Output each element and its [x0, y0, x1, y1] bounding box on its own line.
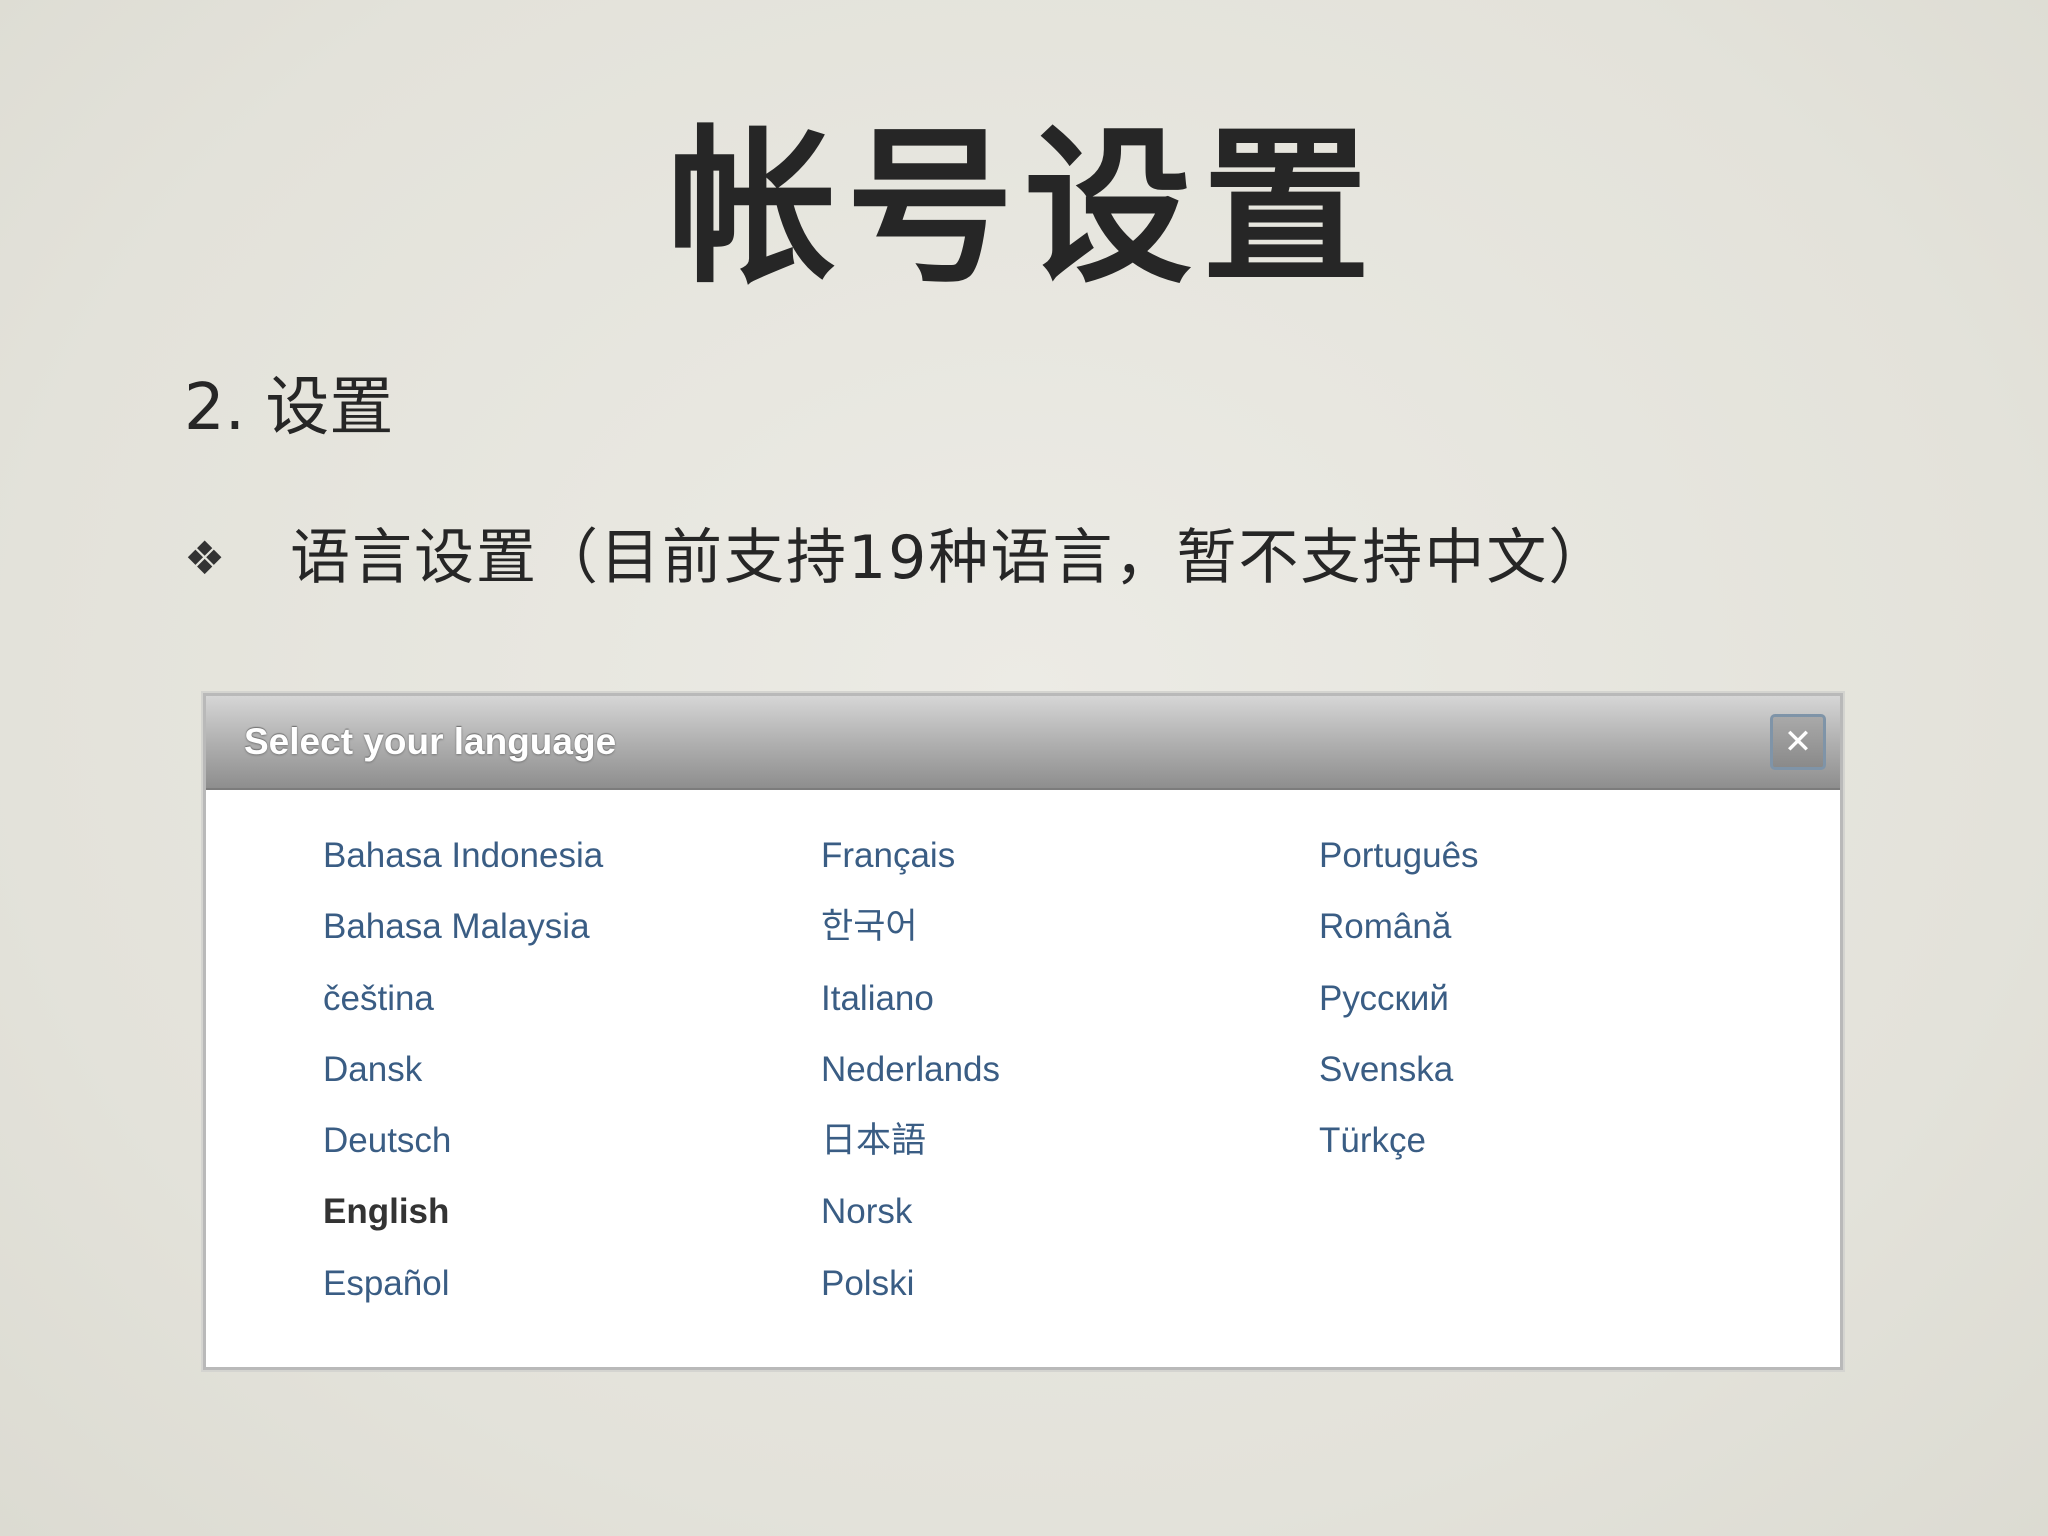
- language-option-korean[interactable]: 한국어: [821, 891, 1000, 962]
- language-column-1: Bahasa Indonesia Bahasa Malaysia čeština…: [323, 820, 603, 1319]
- bullet-text: 语言设置（目前支持19种语言，暂不支持中文）: [290, 523, 1611, 593]
- dialog-title: Select your language: [244, 721, 617, 762]
- bullet-point: ❖ 语言设置（目前支持19种语言，暂不支持中文）: [184, 518, 1610, 598]
- language-option-bahasa-malaysia[interactable]: Bahasa Malaysia: [323, 891, 603, 962]
- language-option-italiano[interactable]: Italiano: [821, 963, 1000, 1034]
- language-option-cestina[interactable]: čeština: [323, 963, 603, 1034]
- language-option-francais[interactable]: Français: [821, 820, 1000, 891]
- language-option-norsk[interactable]: Norsk: [821, 1176, 1000, 1247]
- language-column-3: Português Română Русский Svenska Türkçe: [1319, 820, 1479, 1176]
- language-option-bahasa-indonesia[interactable]: Bahasa Indonesia: [323, 820, 603, 891]
- language-dialog: Select your language ✕ Bahasa Indonesia …: [203, 693, 1843, 1370]
- close-icon: ✕: [1783, 722, 1813, 762]
- dialog-header: Select your language ✕: [206, 696, 1840, 790]
- language-option-svenska[interactable]: Svenska: [1319, 1034, 1479, 1105]
- close-button[interactable]: ✕: [1770, 714, 1826, 770]
- language-option-portugues[interactable]: Português: [1319, 820, 1479, 891]
- language-option-japanese[interactable]: 日本語: [821, 1105, 1000, 1176]
- slide-title: 帐号设置: [668, 110, 1380, 306]
- language-option-russian[interactable]: Русский: [1319, 963, 1479, 1034]
- language-option-deutsch[interactable]: Deutsch: [323, 1105, 603, 1176]
- language-option-romana[interactable]: Română: [1319, 891, 1479, 962]
- language-column-2: Français 한국어 Italiano Nederlands 日本語 Nor…: [821, 820, 1000, 1319]
- language-option-turkce[interactable]: Türkçe: [1319, 1105, 1479, 1176]
- language-option-english-selected: English: [323, 1192, 450, 1232]
- section-heading: 2. 设置: [184, 371, 394, 445]
- language-option-nederlands[interactable]: Nederlands: [821, 1034, 1000, 1105]
- language-option-polski[interactable]: Polski: [821, 1248, 1000, 1319]
- language-option-dansk[interactable]: Dansk: [323, 1034, 603, 1105]
- diamond-bullet-icon: ❖: [184, 531, 226, 585]
- language-option-espanol[interactable]: Español: [323, 1248, 603, 1319]
